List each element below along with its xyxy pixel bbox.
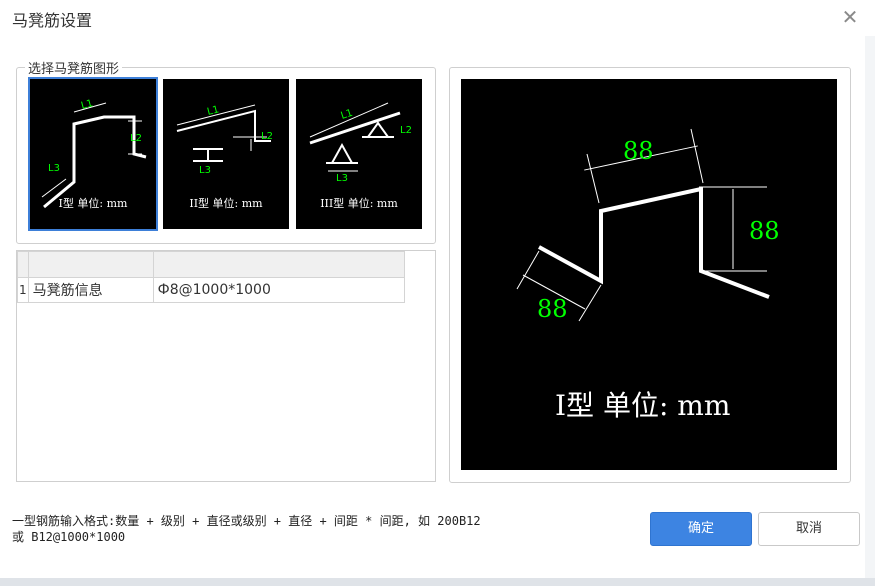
- row-value-cell[interactable]: Ф8@1000*1000: [152, 277, 405, 303]
- row-name-cell: 马凳筋信息: [27, 277, 154, 303]
- type-2-label-l2: L2: [261, 131, 273, 142]
- hint-line-2: 或 B12@1000*1000: [12, 530, 126, 544]
- table-row[interactable]: 1 马凳筋信息 Ф8@1000*1000: [17, 277, 405, 303]
- type-3-label-l2: L2: [400, 125, 412, 136]
- title-bar: 马凳筋设置 ✕: [0, 0, 875, 36]
- preview-dim-top: 88: [623, 137, 654, 165]
- preview-caption: I型 单位: mm: [555, 389, 730, 422]
- shape-option-type-1[interactable]: L1 L2 L3 I型 单位: mm: [28, 77, 158, 231]
- ok-button[interactable]: 确定: [650, 512, 752, 546]
- background-window-strip: [0, 578, 875, 586]
- type-2-caption: II型 单位: mm: [189, 197, 263, 210]
- type-1-label-l3: L3: [48, 163, 60, 174]
- dialog-title: 马凳筋设置: [12, 11, 93, 30]
- shape-option-type-3[interactable]: L1 L2 L3 III型 单位: mm: [296, 79, 422, 229]
- type-3-label-l1: L1: [340, 108, 355, 122]
- rebar-chair-dialog: 马凳筋设置 ✕ 选择马凳筋图形 L1 L2 L3 I型 单位: mm L1 L2…: [0, 0, 875, 586]
- grid-header-row: [17, 251, 405, 278]
- type-3-caption: III型 单位: mm: [320, 197, 398, 210]
- type-2-label-l3: L3: [199, 165, 211, 176]
- type-1-label-l1: L1: [80, 98, 94, 112]
- type-1-label-l2: L2: [130, 133, 142, 144]
- type-1-caption: I型 单位: mm: [58, 197, 128, 210]
- cancel-button[interactable]: 取消: [758, 512, 860, 546]
- grid-header-name: [27, 251, 154, 278]
- rebar-info-grid: 1 马凳筋信息 Ф8@1000*1000: [16, 250, 436, 482]
- shape-group-legend: 选择马凳筋图形: [25, 58, 123, 77]
- type-2-label-l1: L1: [206, 104, 220, 118]
- type-3-label-l3: L3: [336, 173, 348, 184]
- close-icon[interactable]: ✕: [840, 6, 860, 28]
- preview-dim-left: 88: [537, 295, 568, 323]
- preview-dim-right: 88: [749, 217, 780, 245]
- rebar-info-table: 1 马凳筋信息 Ф8@1000*1000: [17, 251, 405, 303]
- grid-header-value: [152, 251, 405, 278]
- hint-line-1: 一型钢筋输入格式:数量 + 级别 + 直径或级别 + 直径 + 间距 * 间距,…: [12, 514, 481, 528]
- shape-preview: 88 88 88 I型 单位: mm: [461, 79, 837, 470]
- grid-corner-cell: [17, 251, 29, 278]
- shape-option-type-2[interactable]: L1 L2 L3 II型 单位: mm: [163, 79, 289, 229]
- preview-diagram: 88 88 88 I型 单位: mm: [516, 128, 780, 422]
- right-edge-strip: [865, 36, 875, 578]
- row-number: 1: [17, 277, 29, 303]
- input-format-hint: 一型钢筋输入格式:数量 + 级别 + 直径或级别 + 直径 + 间距 * 间距,…: [12, 513, 612, 545]
